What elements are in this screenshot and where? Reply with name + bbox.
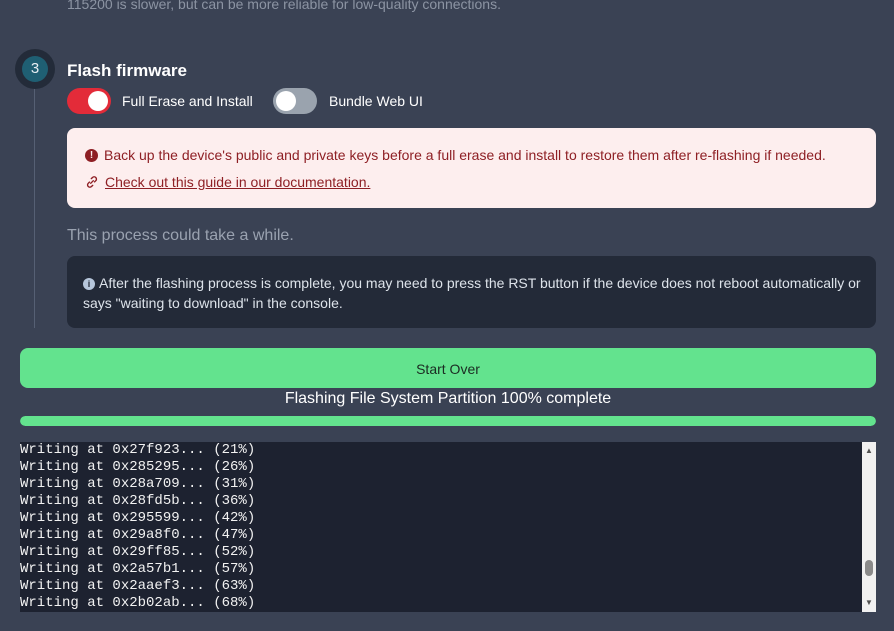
warning-link-row: Check out this guide in our documentatio… [85, 174, 370, 190]
step-timeline-line [34, 88, 35, 328]
info-message: i After the flashing process is complete,… [83, 273, 863, 313]
toggle-knob [88, 91, 108, 111]
progress-bar-fill [20, 416, 876, 426]
console-line: Writing at 0x27f923... (21%) [20, 442, 256, 458]
link-icon [86, 176, 98, 188]
scroll-up-arrow-icon[interactable]: ▲ [862, 444, 876, 458]
console-line: Writing at 0x28a709... (31%) [20, 476, 256, 492]
console-scrollbar[interactable]: ▲ ▼ [862, 442, 876, 612]
full-erase-toggle[interactable] [67, 88, 111, 114]
console-line: Writing at 0x2aaef3... (63%) [20, 578, 256, 594]
console-output[interactable]: Writing at 0x27f923... (21%) Writing at 0… [20, 442, 862, 612]
scrollbar-thumb[interactable] [865, 560, 873, 576]
warning-message: ! Back up the device's public and privat… [85, 147, 826, 163]
scroll-down-arrow-icon[interactable]: ▼ [862, 596, 876, 610]
step-indicator: 3 [15, 49, 55, 89]
toggle-knob [276, 91, 296, 111]
exclamation-icon: ! [85, 148, 98, 162]
documentation-guide-link[interactable]: Check out this guide in our documentatio… [105, 174, 370, 190]
console-line: Writing at 0x295599... (42%) [20, 510, 256, 526]
warning-text: Back up the device's public and private … [104, 147, 826, 163]
bundle-web-ui-toggle[interactable] [273, 88, 317, 114]
warning-alert: ! Back up the device's public and privat… [67, 128, 876, 208]
info-callout: i After the flashing process is complete,… [67, 256, 876, 328]
progress-bar [20, 416, 876, 426]
bundle-web-ui-label: Bundle Web UI [329, 93, 423, 109]
progress-label: Flashing File System Partition 100% comp… [284, 390, 612, 407]
start-over-button[interactable]: Start Over [20, 348, 876, 388]
console-line: Writing at 0x2a57b1... (57%) [20, 561, 256, 577]
full-erase-label: Full Erase and Install [122, 93, 253, 109]
section-title: Flash firmware [67, 61, 187, 80]
baud-rate-note: 115200 is slower, but can be more reliab… [67, 0, 501, 12]
info-text: After the flashing process is complete, … [83, 275, 861, 311]
console-line: Writing at 0x2b02ab... (68%) [20, 595, 256, 611]
step-number: 3 [22, 56, 48, 82]
console-line: Writing at 0x285295... (26%) [20, 459, 256, 475]
console-line: Writing at 0x28fd5b... (36%) [20, 493, 256, 509]
info-icon: i [83, 278, 95, 290]
process-duration-note: This process could take a while. [67, 227, 294, 244]
console-line: Writing at 0x29a8f0... (47%) [20, 527, 256, 543]
console-line: Writing at 0x29ff85... (52%) [20, 544, 256, 560]
